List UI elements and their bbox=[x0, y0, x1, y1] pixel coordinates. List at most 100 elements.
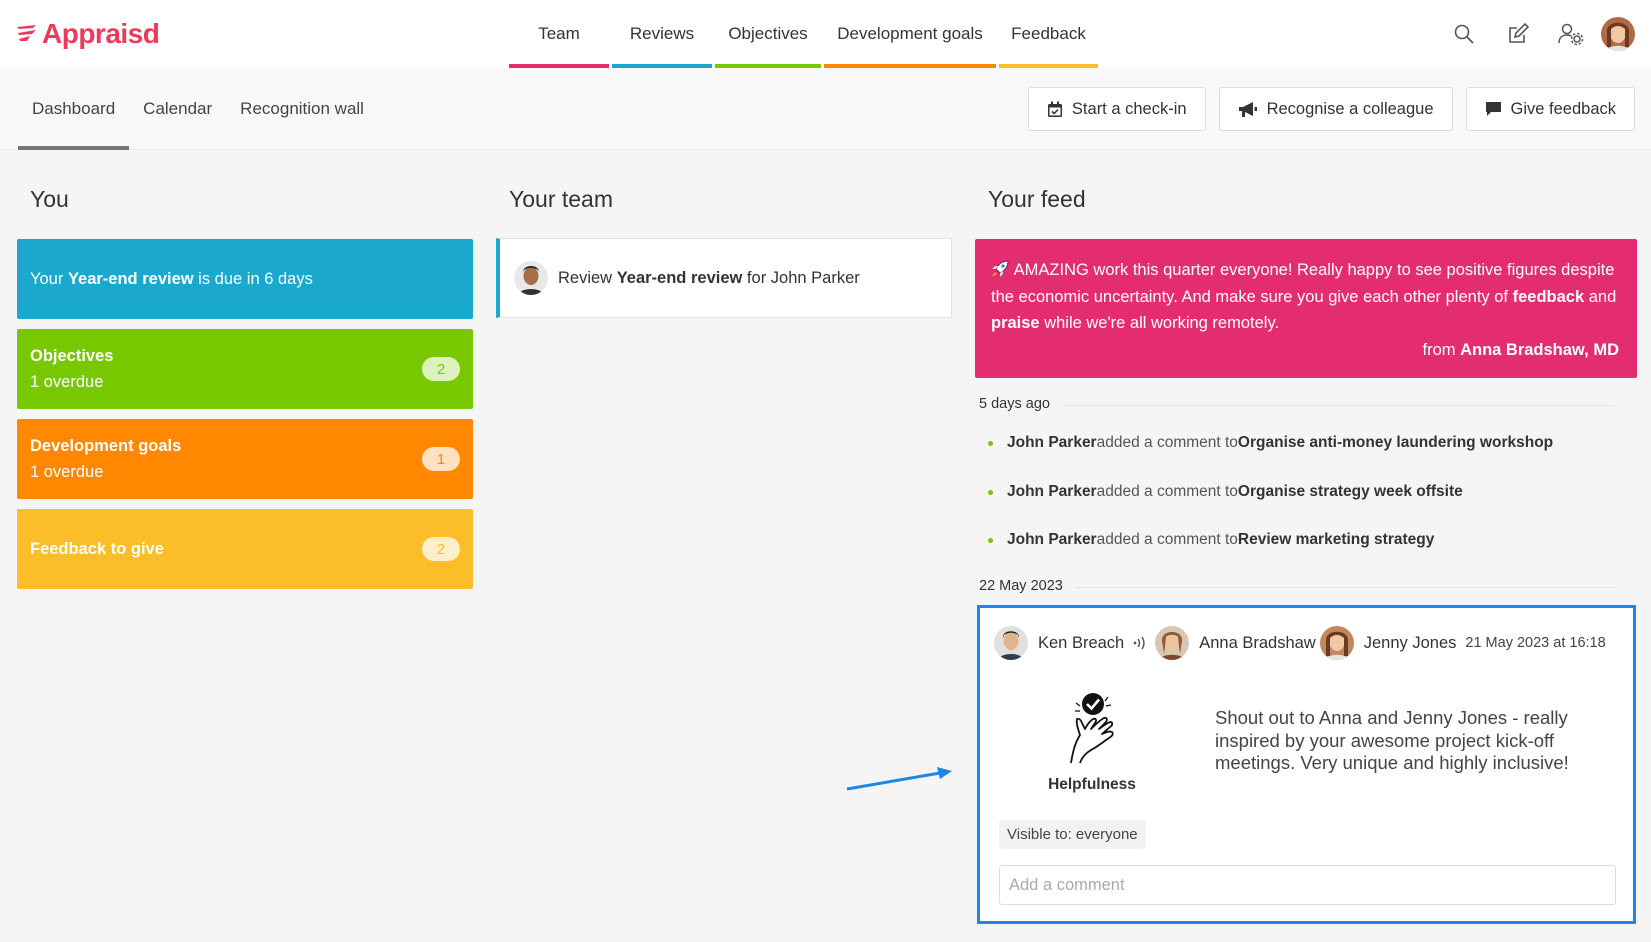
announcement-card: AMAZING work this quarter everyone! Real… bbox=[975, 239, 1637, 378]
review-name: Year-end review bbox=[67, 270, 194, 288]
appraisd-logo[interactable]: Appraisd bbox=[16, 18, 160, 50]
development-goals-tile[interactable]: Development goals 1 overdue 1 bbox=[17, 419, 473, 499]
bullet-dot bbox=[988, 489, 993, 495]
announcement-text-3: while we're all working remotely. bbox=[1039, 314, 1280, 332]
feed-date-group-1: 5 days ago bbox=[979, 396, 1050, 412]
feed-item-link[interactable]: Review marketing strategy bbox=[1238, 531, 1434, 549]
header-icons bbox=[1451, 0, 1651, 68]
bullet-dot bbox=[988, 440, 993, 446]
feed-item-action: added a comment to bbox=[1096, 531, 1238, 548]
feed-item-link[interactable]: Organise anti-money laundering workshop bbox=[1238, 434, 1553, 452]
logo-mark-icon bbox=[17, 25, 36, 41]
value-label: Helpfulness bbox=[1048, 776, 1136, 793]
start-checkin-label: Start a check-in bbox=[1071, 99, 1187, 118]
recognition-message: Shout out to Anna and Jenny Jones - real… bbox=[1215, 707, 1569, 773]
feedback-to-give-label: Feedback to give bbox=[30, 540, 164, 558]
main-nav: Team Reviews Objectives Development goal… bbox=[509, 0, 1098, 68]
nav-development-goals[interactable]: Development goals bbox=[824, 0, 996, 68]
your-feed-title: Your feed bbox=[988, 186, 1086, 212]
nav-team[interactable]: Team bbox=[509, 0, 609, 68]
feed-item-author: John Parker bbox=[1007, 483, 1097, 500]
action-buttons: Start a check-in Recognise a colleague G… bbox=[1027, 87, 1635, 131]
announcement-bold-feedback: feedback bbox=[1512, 287, 1585, 306]
team-review-text: Review Year-end review for John Parker bbox=[558, 269, 860, 288]
john-parker-avatar bbox=[514, 261, 548, 295]
edit-icon[interactable] bbox=[1505, 21, 1531, 47]
objectives-count-badge: 2 bbox=[422, 357, 460, 381]
nav-reviews[interactable]: Reviews bbox=[612, 0, 712, 68]
give-feedback-button[interactable]: Give feedback bbox=[1465, 87, 1635, 131]
team-review-name: Year-end review bbox=[616, 268, 743, 287]
megaphone-icon bbox=[1238, 101, 1257, 117]
development-goals-count-badge: 1 bbox=[422, 447, 460, 471]
feed-item-action: added a comment to bbox=[1096, 434, 1238, 451]
feed-date-group-2: 22 May 2023 bbox=[979, 578, 1063, 594]
recognise-colleague-label: Recognise a colleague bbox=[1266, 99, 1434, 118]
tab-recognition-wall[interactable]: Recognition wall bbox=[226, 68, 378, 150]
feed-item-author: John Parker bbox=[1007, 434, 1097, 451]
year-end-review-tile[interactable]: Your Year-end review is due in 6 days bbox=[17, 239, 473, 319]
recognition-from-name[interactable]: Ken Breach bbox=[1038, 634, 1124, 653]
feed-item: John Parker added a comment to Review ma… bbox=[988, 531, 1434, 549]
review-text-pre: Your bbox=[30, 270, 68, 288]
dashboard-tabs: Dashboard Calendar Recognition wall bbox=[18, 68, 378, 150]
recognition-header: Ken Breach Anna Bradshaw Jenny Jones 21 … bbox=[994, 626, 1606, 660]
bullet-dot bbox=[988, 537, 993, 543]
feed-item-action: added a comment to bbox=[1096, 483, 1238, 500]
announcement-from: from Anna Bradshaw, MD bbox=[991, 337, 1619, 364]
logo-text: Appraisd bbox=[42, 18, 160, 49]
recognition-card: Ken Breach Anna Bradshaw Jenny Jones 21 … bbox=[977, 605, 1636, 924]
user-avatar[interactable] bbox=[1601, 17, 1635, 51]
recognise-colleague-button[interactable]: Recognise a colleague bbox=[1218, 87, 1453, 131]
divider bbox=[1076, 587, 1615, 588]
team-review-person: John Parker bbox=[770, 268, 860, 287]
recognition-wave-icon bbox=[1133, 636, 1145, 650]
feed-item-link[interactable]: Organise strategy week offsite bbox=[1238, 483, 1463, 501]
development-goals-overdue: 1 overdue bbox=[30, 463, 104, 481]
feed-date-label-2: 22 May 2023 bbox=[979, 578, 1063, 594]
start-checkin-button[interactable]: Start a check-in bbox=[1027, 87, 1206, 131]
objectives-tile[interactable]: Objectives 1 overdue 2 bbox=[17, 329, 473, 409]
recognition-to-name-2[interactable]: Jenny Jones bbox=[1364, 634, 1457, 653]
year-end-review-text: Your Year-end review is due in 6 days bbox=[30, 270, 313, 289]
recognition-timestamp: 21 May 2023 at 16:18 bbox=[1465, 635, 1606, 651]
team-review-mid: for bbox=[742, 268, 771, 287]
give-feedback-label: Give feedback bbox=[1510, 99, 1616, 118]
you-title: You bbox=[30, 186, 69, 212]
feed-item: John Parker added a comment to Organise … bbox=[988, 434, 1553, 452]
rocket-icon bbox=[992, 260, 1009, 277]
helpfulness-hand-icon bbox=[1070, 693, 1114, 764]
search-icon[interactable] bbox=[1451, 21, 1477, 47]
team-review-pre: Review bbox=[558, 268, 617, 287]
ken-breach-avatar[interactable] bbox=[994, 626, 1028, 660]
announcement-author: Anna Bradshaw, MD bbox=[1460, 340, 1619, 359]
review-text-post: is due in 6 days bbox=[193, 270, 313, 288]
top-header: Appraisd Team Reviews Objectives Develop… bbox=[0, 0, 1651, 68]
announcement-from-pre: from bbox=[1422, 340, 1461, 359]
user-settings-icon[interactable] bbox=[1558, 21, 1584, 47]
visibility-chip: Visible to: everyone bbox=[999, 820, 1146, 849]
announcement-text-2: and bbox=[1584, 287, 1617, 306]
your-team-title: Your team bbox=[509, 186, 613, 212]
team-review-card[interactable]: Review Year-end review for John Parker bbox=[496, 238, 952, 318]
development-goals-label: Development goals bbox=[30, 437, 182, 455]
nav-objectives[interactable]: Objectives bbox=[715, 0, 821, 68]
announcement-bold-praise: praise bbox=[991, 314, 1040, 332]
recognition-to-name-1[interactable]: Anna Bradshaw bbox=[1199, 634, 1316, 653]
feedback-to-give-tile[interactable]: Feedback to give 2 bbox=[17, 509, 473, 589]
feed-item-author: John Parker bbox=[1007, 531, 1097, 548]
objectives-overdue: 1 overdue bbox=[30, 373, 104, 391]
annotation-arrow-icon bbox=[846, 767, 952, 791]
objectives-label: Objectives bbox=[30, 347, 114, 365]
feed-item: John Parker added a comment to Organise … bbox=[988, 483, 1463, 501]
tab-calendar[interactable]: Calendar bbox=[129, 68, 226, 150]
jenny-jones-avatar[interactable] bbox=[1319, 626, 1354, 660]
tab-dashboard[interactable]: Dashboard bbox=[18, 68, 130, 150]
anna-bradshaw-avatar[interactable] bbox=[1155, 626, 1190, 660]
nav-feedback[interactable]: Feedback bbox=[999, 0, 1098, 68]
comment-icon bbox=[1485, 102, 1501, 116]
sub-header: Dashboard Calendar Recognition wall Star… bbox=[0, 68, 1651, 150]
divider bbox=[1066, 405, 1615, 406]
feedback-to-give-count-badge: 2 bbox=[422, 537, 460, 561]
add-comment-input[interactable] bbox=[999, 865, 1616, 905]
